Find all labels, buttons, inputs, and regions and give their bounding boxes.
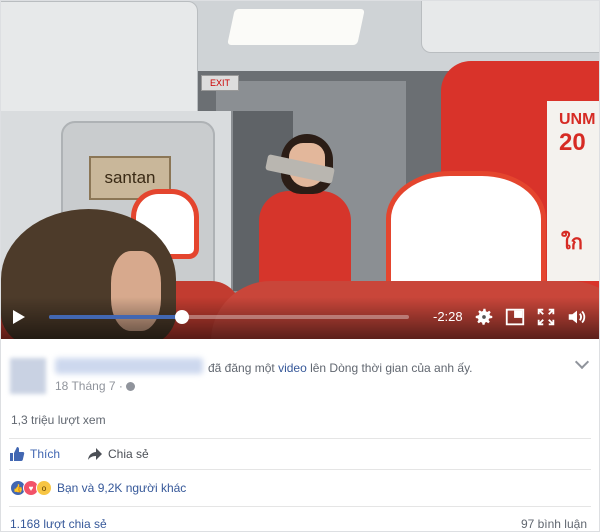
video-link[interactable]: video — [278, 361, 307, 375]
wow-reaction-icon: o — [36, 480, 52, 496]
like-button[interactable]: Thích — [9, 446, 60, 462]
overhead-bin — [421, 1, 599, 53]
play-icon[interactable] — [13, 310, 25, 324]
video-progress-fill — [49, 315, 183, 319]
facebook-post: EXIT santan UNM 20 ใก -2:28 đã đăng một … — [0, 0, 600, 532]
post-headline: đã đăng một video lên Dòng thời gian của… — [208, 361, 473, 375]
ceiling-light — [227, 9, 365, 45]
poster-text: ใก — [561, 232, 583, 254]
share-button[interactable]: Chia sẻ — [87, 446, 149, 462]
post-date[interactable]: 18 Tháng 7 · — [55, 379, 136, 393]
comment-count[interactable]: 97 bình luận — [521, 517, 587, 531]
divider — [9, 438, 591, 439]
chef-hat-graphic — [386, 171, 546, 291]
fullscreen-icon[interactable] — [535, 306, 557, 328]
reaction-summary[interactable]: Bạn và 9,2K người khác — [57, 481, 186, 495]
share-count[interactable]: 1.168 lượt chia sẻ — [10, 517, 107, 531]
time-remaining: -2:28 — [433, 309, 463, 324]
view-count: 1,3 triệu lượt xem — [11, 413, 106, 427]
author-name-blurred[interactable] — [55, 358, 203, 374]
globe-icon — [126, 382, 136, 391]
picture-in-picture-icon[interactable] — [504, 306, 526, 328]
post-date-text[interactable]: 18 Tháng 7 · — [55, 379, 126, 393]
overhead-bin — [1, 1, 198, 123]
share-arrow-icon — [88, 448, 102, 460]
like-label: Thích — [30, 447, 61, 461]
post-options-chevron-icon[interactable] — [574, 354, 590, 370]
thumbs-up-icon — [10, 447, 25, 461]
video-progress-bar[interactable] — [49, 310, 409, 324]
reaction-icons[interactable]: 👍 ♥ o — [10, 480, 52, 496]
divider — [9, 469, 591, 470]
exit-sign: EXIT — [201, 75, 239, 91]
headline-suffix: lên Dòng thời gian của anh ấy. — [306, 361, 473, 375]
headline-prefix: đã đăng một — [208, 361, 279, 375]
settings-gear-icon[interactable] — [473, 306, 495, 328]
video-player[interactable]: EXIT santan UNM 20 ใก -2:28 — [1, 1, 599, 339]
poster-text: UNM — [559, 111, 596, 128]
poster-text: 20 — [559, 129, 586, 156]
author-avatar[interactable] — [10, 358, 46, 394]
volume-icon[interactable] — [566, 306, 588, 328]
share-label: Chia sẻ — [108, 447, 149, 461]
divider — [9, 506, 591, 507]
